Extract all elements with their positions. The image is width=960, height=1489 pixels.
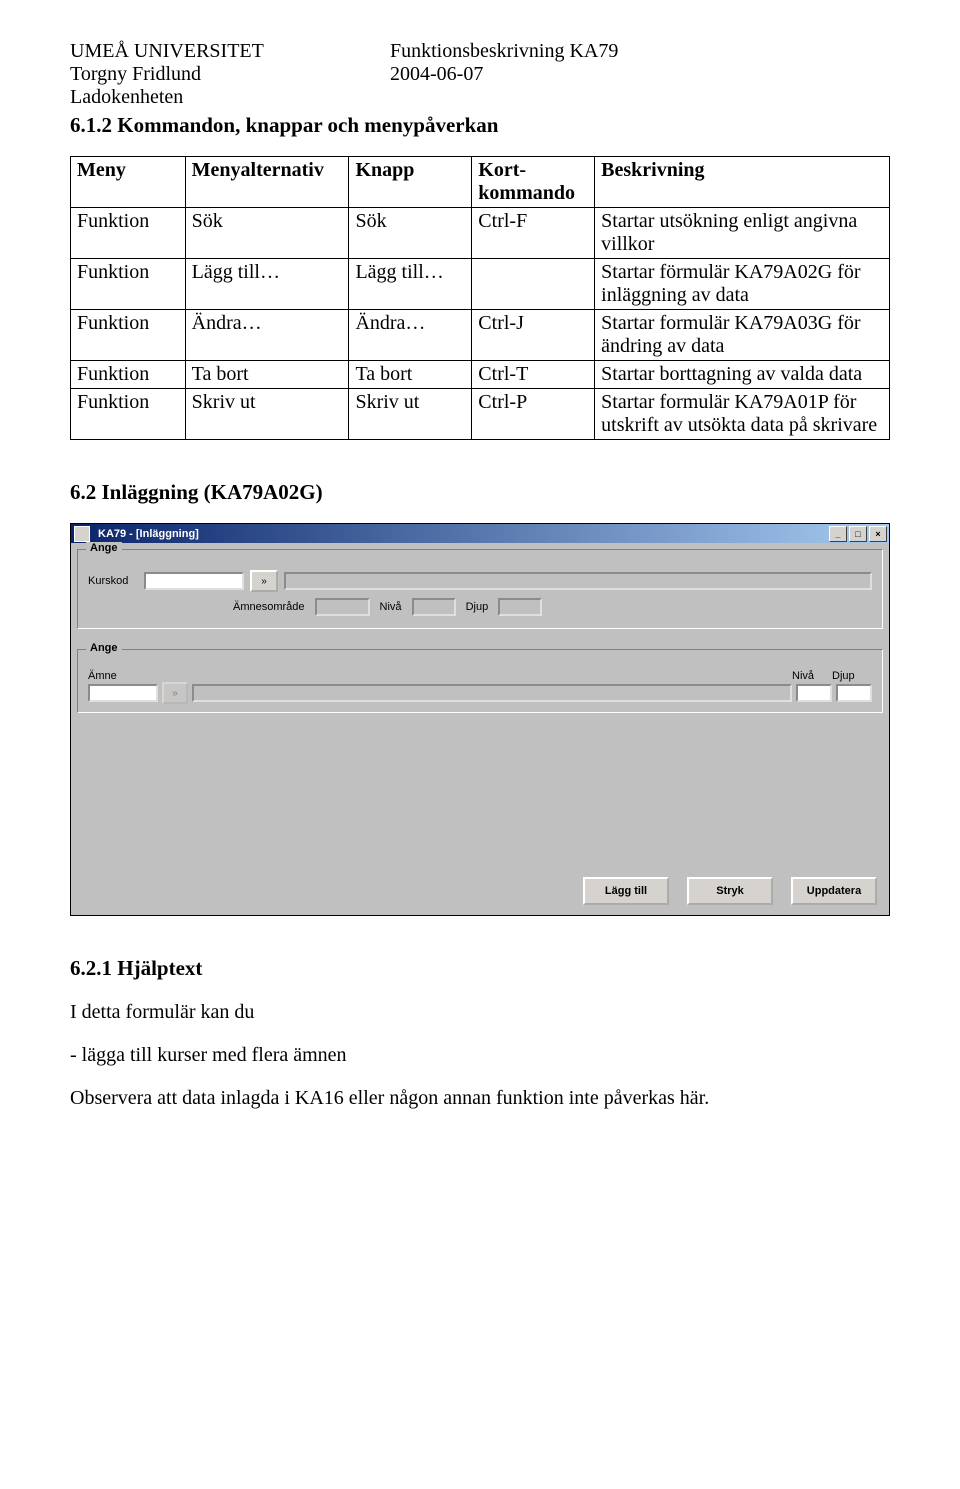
lookup-button[interactable]: » — [250, 570, 278, 592]
lookup-icon: » — [172, 688, 178, 699]
th-besk: Beskrivning — [595, 157, 890, 208]
display-kurskod-text — [284, 572, 872, 590]
uppdatera-label: Uppdatera — [807, 885, 861, 897]
author-name: Torgny Fridlund — [70, 63, 350, 86]
help-note: Observera att data inlagda i KA16 eller … — [70, 1087, 890, 1110]
label-djup-2: Djup — [832, 670, 872, 682]
group-label-1: Ange — [86, 542, 122, 554]
cell-kort: Ctrl-P — [472, 389, 595, 440]
table-row: Funktion Ändra… Ändra… Ctrl-J Startar fo… — [71, 310, 890, 361]
section-6-2-1-heading: 6.2.1 Hjälptext — [70, 956, 890, 981]
table-row: Funktion Lägg till… Lägg till… Startar f… — [71, 259, 890, 310]
label-niva-1: Nivå — [380, 601, 402, 613]
group-label-2: Ange — [86, 642, 122, 654]
table-row: Funktion Skriv ut Skriv ut Ctrl-P Starta… — [71, 389, 890, 440]
stryk-button[interactable]: Stryk — [687, 877, 773, 905]
input-djup[interactable] — [836, 684, 872, 702]
doc-title: Funktionsbeskrivning KA79 — [390, 40, 618, 63]
cell-knapp: Ändra… — [349, 310, 472, 361]
label-amne: Ämne — [88, 670, 132, 682]
lookup-amne-button[interactable]: » — [162, 682, 188, 704]
help-item: - lägga till kurser med flera ämnen — [70, 1044, 890, 1067]
cell-alt: Lägg till… — [185, 259, 349, 310]
table-row: Funktion Ta bort Ta bort Ctrl-T Startar … — [71, 361, 890, 389]
cell-alt: Ändra… — [185, 310, 349, 361]
cell-meny: Funktion — [71, 310, 186, 361]
label-kurskod: Kurskod — [88, 575, 138, 587]
display-djup-1 — [498, 598, 542, 616]
cell-besk: Startar förmulär KA79A02G för inläggning… — [595, 259, 890, 310]
stryk-label: Stryk — [716, 885, 744, 897]
label-amnesomrade: Ämnesområde — [233, 601, 305, 613]
cell-alt: Sök — [185, 208, 349, 259]
cell-meny: Funktion — [71, 208, 186, 259]
th-kort: Kort-kommando — [472, 157, 595, 208]
window-title: KA79 - [Inläggning] — [98, 528, 199, 540]
titlebar[interactable]: KA79 - [Inläggning] _ □ × — [71, 524, 889, 543]
cell-kort: Ctrl-T — [472, 361, 595, 389]
cell-besk: Startar borttagning av valda data — [595, 361, 890, 389]
cell-kort — [472, 259, 595, 310]
unit-name: Ladokenheten — [70, 86, 350, 109]
th-meny: Meny — [71, 157, 186, 208]
doc-date: 2004-06-07 — [390, 63, 618, 86]
commands-table: Meny Menyalternativ Knapp Kort-kommando … — [70, 156, 890, 440]
cell-kort: Ctrl-J — [472, 310, 595, 361]
cell-kort: Ctrl-F — [472, 208, 595, 259]
display-niva-1 — [412, 598, 456, 616]
cell-alt: Ta bort — [185, 361, 349, 389]
dialog-window: KA79 - [Inläggning] _ □ × Ange Kurskod »… — [70, 523, 890, 916]
section-6-1-2-heading: 6.1.2 Kommandon, knappar och menypåverka… — [70, 113, 890, 138]
label-niva-2: Nivå — [792, 670, 832, 682]
maximize-icon[interactable]: □ — [849, 526, 867, 542]
cell-meny: Funktion — [71, 389, 186, 440]
cell-meny: Funktion — [71, 361, 186, 389]
label-djup-1: Djup — [466, 601, 489, 613]
help-intro: I detta formulär kan du — [70, 1001, 890, 1024]
th-knapp: Knapp — [349, 157, 472, 208]
display-amne-text — [192, 684, 792, 702]
cell-alt: Skriv ut — [185, 389, 349, 440]
cell-meny: Funktion — [71, 259, 186, 310]
lookup-icon: » — [261, 576, 267, 587]
table-row: Funktion Sök Sök Ctrl-F Startar utsöknin… — [71, 208, 890, 259]
lagg-till-button[interactable]: Lägg till — [583, 877, 669, 905]
cell-besk: Startar utsökning enligt angivna villkor — [595, 208, 890, 259]
th-alt: Menyalternativ — [185, 157, 349, 208]
group-ange-2: Ange Ämne Nivå Djup » — [77, 649, 883, 713]
input-amne-code[interactable] — [88, 684, 158, 702]
uppdatera-button[interactable]: Uppdatera — [791, 877, 877, 905]
lagg-till-label: Lägg till — [605, 885, 647, 897]
display-amnesomrade — [315, 598, 370, 616]
cell-knapp: Sök — [349, 208, 472, 259]
cell-besk: Startar formulär KA79A03G för ändring av… — [595, 310, 890, 361]
cell-knapp: Lägg till… — [349, 259, 472, 310]
cell-knapp: Ta bort — [349, 361, 472, 389]
section-6-2-heading: 6.2 Inläggning (KA79A02G) — [70, 480, 890, 505]
cell-besk: Startar formulär KA79A01P för utskrift a… — [595, 389, 890, 440]
input-kurskod[interactable] — [144, 572, 244, 590]
list-area — [77, 721, 883, 859]
group-ange-1: Ange Kurskod » Ämnesområde Nivå Djup — [77, 549, 883, 629]
close-icon[interactable]: × — [869, 526, 887, 542]
cell-knapp: Skriv ut — [349, 389, 472, 440]
input-niva[interactable] — [796, 684, 832, 702]
page-header: UMEÅ UNIVERSITET Torgny Fridlund Ladoken… — [70, 40, 890, 109]
university-name: UMEÅ UNIVERSITET — [70, 40, 350, 63]
app-icon — [74, 526, 90, 542]
minimize-icon[interactable]: _ — [829, 526, 847, 542]
